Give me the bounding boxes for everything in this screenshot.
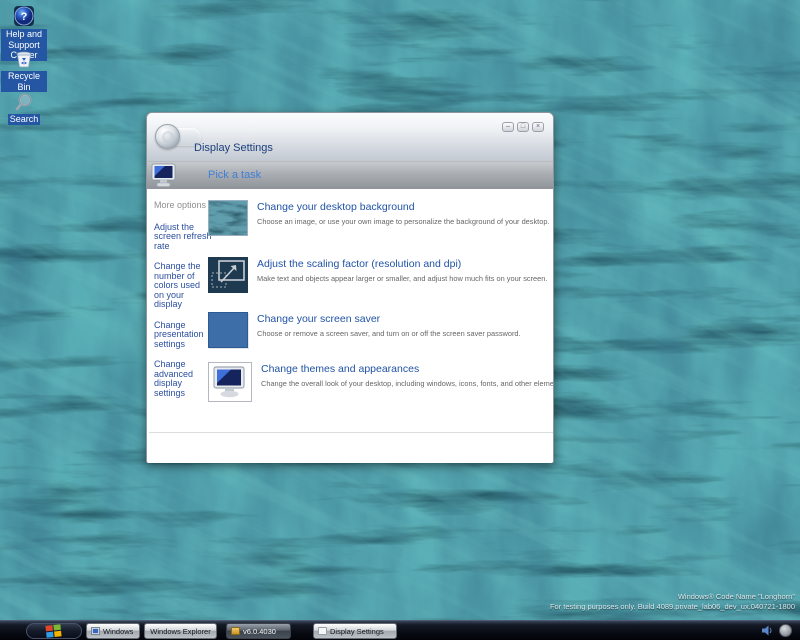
display-settings-window-icon (318, 627, 327, 635)
task-adjust-scaling-factor[interactable]: Adjust the scaling factor (resolution an… (208, 257, 547, 293)
taskbar-button-task-manager[interactable]: Windows Task Ma... (86, 623, 140, 639)
sidebar-link-refresh-rate[interactable]: Adjust the screen refresh rate (154, 223, 212, 252)
task-link-screen-saver[interactable]: Change your screen saver (257, 313, 521, 325)
task-manager-icon (91, 627, 100, 635)
sidebar: More options Adjust the screen refresh r… (154, 201, 212, 409)
pick-a-task-label: Pick a task (208, 162, 261, 189)
task-description: Choose or remove a screen saver, and tur… (257, 329, 521, 338)
build-watermark: Windows® Code Name "Longhorn" For testin… (550, 592, 795, 612)
task-link-themes[interactable]: Change themes and appearances (261, 363, 553, 375)
sidebar-link-color-depth[interactable]: Change the number of colors used on your… (154, 262, 212, 310)
windows-flag-icon (45, 624, 63, 638)
tray-status-icon[interactable] (779, 624, 792, 637)
more-options-label: More options (154, 201, 212, 211)
taskbar-button-label: v6.0.4030 (243, 627, 276, 636)
window-title: Display Settings (194, 142, 273, 154)
close-button[interactable]: × (532, 122, 544, 132)
start-button[interactable] (26, 623, 82, 639)
window-content: More options Adjust the screen refresh r… (147, 189, 553, 463)
taskbar-button-label: Display Settings (330, 627, 384, 636)
task-change-themes[interactable]: Change themes and appearances Change the… (208, 362, 553, 402)
desktop-icon-recycle-bin[interactable]: Recycle Bin (0, 50, 48, 92)
task-description: Change the overall look of your desktop,… (261, 379, 553, 388)
desktop-background-thumbnail[interactable] (208, 200, 248, 236)
taskbar: Windows Task Ma... Windows Explorer v6.0… (0, 620, 800, 640)
folder-icon (231, 627, 240, 635)
taskbar-button-label: Windows Explorer (150, 627, 210, 636)
task-link-desktop-background[interactable]: Change your desktop background (257, 201, 550, 213)
window-titlebar: Display Settings – □ × (147, 113, 553, 161)
taskbar-button-label: Windows Task Ma... (103, 627, 135, 636)
help-icon: ? (13, 5, 35, 27)
desktop-icon-label: Recycle Bin (1, 71, 47, 92)
volume-icon[interactable] (761, 624, 774, 637)
display-icon (150, 163, 178, 189)
taskbar-button-display-settings[interactable]: Display Settings (313, 623, 397, 639)
display-settings-window: Display Settings – □ × Pick a task More … (146, 112, 554, 463)
sidebar-link-presentation-settings[interactable]: Change presentation settings (154, 321, 212, 350)
back-orb-icon (155, 124, 180, 149)
watermark-line1: Windows® Code Name "Longhorn" (550, 592, 795, 602)
svg-text:?: ? (21, 11, 28, 23)
taskbar-button-windows-explorer[interactable]: Windows Explorer (144, 623, 217, 639)
screen-saver-thumbnail[interactable] (208, 312, 248, 348)
desktop-icon-label: Search (8, 114, 41, 125)
maximize-button[interactable]: □ (517, 122, 529, 132)
content-divider (149, 432, 553, 433)
task-change-desktop-background[interactable]: Change your desktop background Choose an… (208, 200, 550, 236)
system-tray (761, 624, 792, 637)
task-description: Make text and objects appear larger or s… (257, 274, 547, 283)
task-change-screen-saver[interactable]: Change your screen saver Choose or remov… (208, 312, 521, 348)
recycle-bin-icon (14, 50, 34, 69)
search-icon (14, 92, 34, 112)
scaling-factor-icon[interactable] (208, 257, 248, 293)
minimize-button[interactable]: – (502, 122, 514, 132)
desktop-icon-search[interactable]: Search (0, 92, 48, 125)
watermark-line2: For testing purposes only. Build 4089.pr… (550, 602, 795, 612)
sidebar-link-advanced-display[interactable]: Change advanced display settings (154, 360, 212, 398)
task-link-scaling-factor[interactable]: Adjust the scaling factor (resolution an… (257, 258, 547, 270)
task-description: Choose an image, or use your own image t… (257, 217, 550, 226)
pick-a-task-header: Pick a task (147, 161, 553, 189)
taskbar-button-v6-build[interactable]: v6.0.4030 (226, 623, 291, 639)
themes-monitor-icon[interactable] (208, 362, 252, 402)
desktop: ? Help and Support Center Recycle Bin Se… (0, 0, 800, 640)
